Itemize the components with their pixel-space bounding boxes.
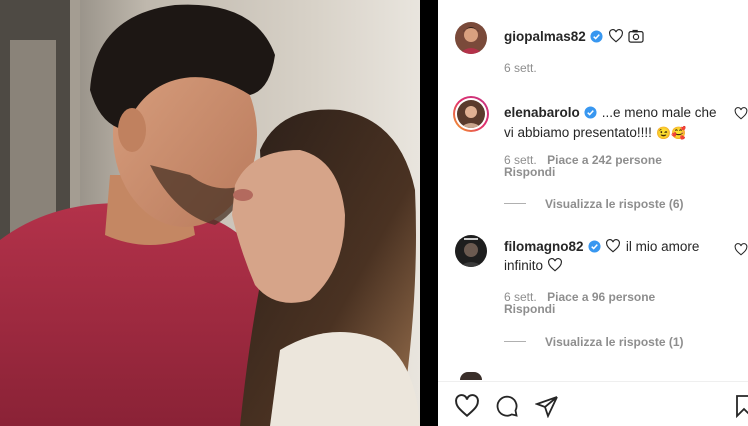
post-date: 6 sett.	[504, 61, 537, 75]
author-avatar-image	[455, 22, 487, 54]
heart-emoji-icon	[606, 239, 621, 253]
view-replies-button[interactable]: Visualizza le risposte (6)	[545, 197, 684, 211]
post-photo-illustration	[0, 0, 420, 426]
post-photo	[0, 0, 420, 426]
verified-badge-icon	[584, 106, 597, 119]
comment-avatar-filomagno82[interactable]	[455, 235, 487, 267]
comment-username[interactable]: filomagno82	[504, 239, 584, 254]
comment-like-heart-icon[interactable]	[734, 107, 748, 120]
comment-icon[interactable]	[495, 394, 519, 418]
comment-text-line2: infinito	[504, 258, 544, 273]
bookmark-icon[interactable]	[734, 394, 748, 418]
comment-text-line1: ...e meno male che	[601, 105, 717, 120]
comment-body-line2: infinito	[504, 257, 563, 275]
verified-badge-icon	[590, 30, 603, 43]
reply-button[interactable]: Rispondi	[504, 302, 555, 316]
comment-avatar-elenabarolo[interactable]	[453, 96, 489, 132]
comments-panel: giopalmas82 6 sett. elenabarolo ...e men…	[438, 0, 748, 426]
next-comment-avatar	[460, 372, 482, 380]
comment-avatar-image	[455, 235, 487, 267]
comment-username[interactable]: elenabarolo	[504, 105, 580, 120]
comment-likes[interactable]: Piace a 242 persone	[547, 153, 662, 167]
camera-emoji-icon	[628, 29, 644, 43]
comment-like-heart-icon[interactable]	[734, 243, 748, 256]
replies-divider	[504, 203, 526, 204]
photo-divider	[420, 0, 438, 426]
comment-avatar-image	[457, 100, 485, 128]
post-header-line: giopalmas82	[504, 28, 644, 46]
comment-emoji: 😉🥰	[656, 126, 687, 140]
action-bar-divider	[438, 381, 748, 382]
comment-likes[interactable]: Piace a 96 persone	[547, 290, 655, 304]
replies-divider	[504, 341, 526, 342]
reply-button[interactable]: Rispondi	[504, 165, 555, 179]
share-icon[interactable]	[535, 394, 559, 418]
comment-text-line1: il mio amore	[625, 239, 700, 254]
author-avatar[interactable]	[455, 22, 487, 54]
verified-badge-icon	[588, 240, 601, 253]
like-heart-icon[interactable]	[454, 394, 480, 418]
heart-emoji-icon	[548, 258, 563, 272]
comment-body: filomagno82 il mio amore	[504, 238, 736, 256]
heart-emoji-icon	[608, 29, 623, 43]
view-replies-button[interactable]: Visualizza le risposte (1)	[545, 335, 684, 349]
comment-body: elenabarolo ...e meno male che	[504, 104, 736, 122]
comment-body-line2: vi abbiamo presentato!!!! 😉🥰	[504, 124, 686, 142]
author-username[interactable]: giopalmas82	[504, 29, 586, 44]
comment-text-line2: vi abbiamo presentato!!!!	[504, 125, 652, 140]
